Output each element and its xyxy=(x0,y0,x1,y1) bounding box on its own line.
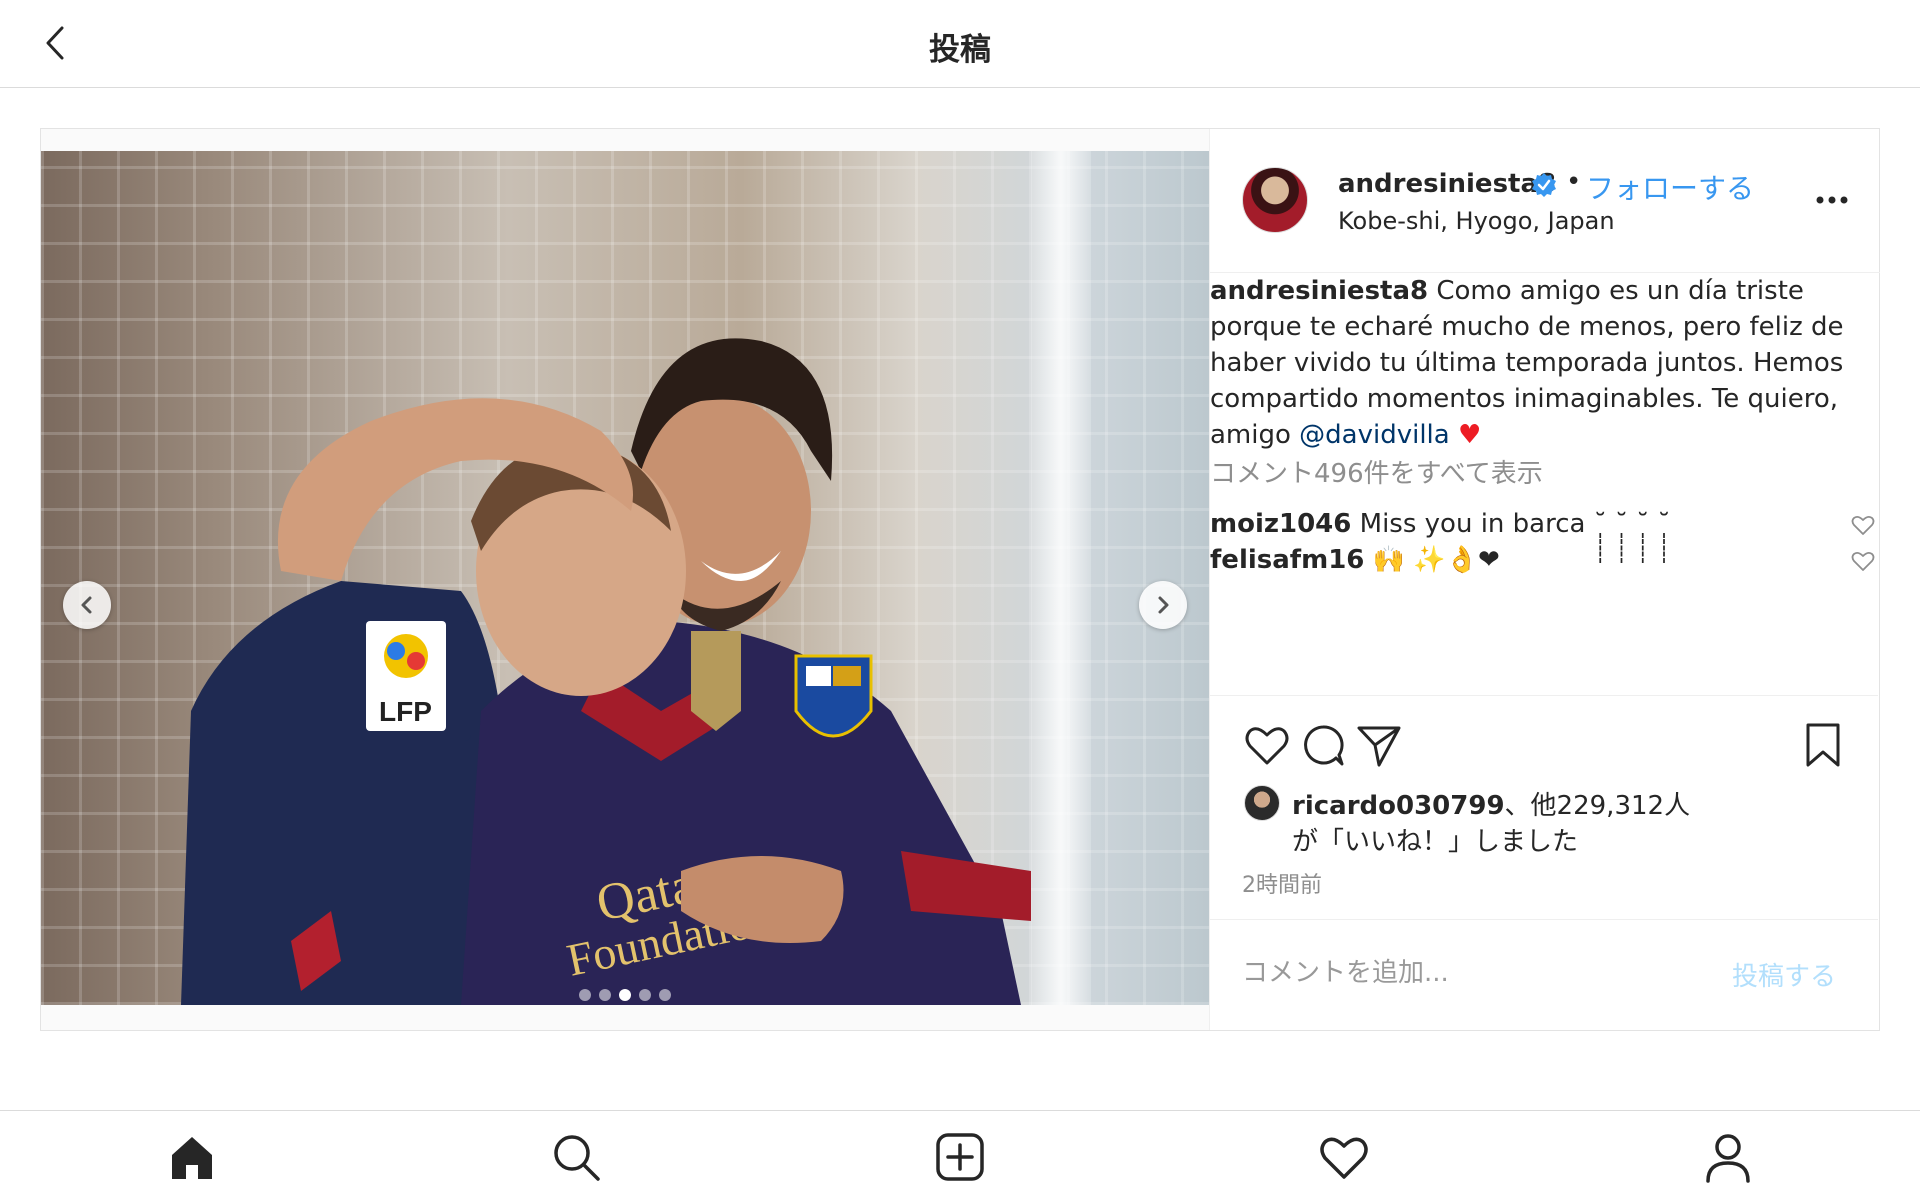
post-caption: andresiniesta8 Como amigo es un día tris… xyxy=(1210,273,1878,453)
comment-username[interactable]: moiz1046 xyxy=(1210,509,1351,539)
svg-text:LFP: LFP xyxy=(379,696,432,727)
likes-summary-suffix: が「いいね！」しました xyxy=(1292,827,1579,857)
chevron-left-icon xyxy=(81,596,92,614)
profile-icon[interactable] xyxy=(1700,1129,1756,1185)
search-icon[interactable] xyxy=(548,1129,604,1185)
comment-username[interactable]: felisafm16 xyxy=(1210,545,1364,575)
carousel-indicator xyxy=(41,989,1209,1001)
like-icon[interactable] xyxy=(1242,720,1292,770)
likes-count[interactable]: 、他229,312人 xyxy=(1505,791,1691,821)
post-photo[interactable]: Qatar Foundation LFP xyxy=(41,151,1209,1005)
comment-text: 🙌 ✨👌❤ xyxy=(1364,545,1500,575)
header-separator: • xyxy=(1566,167,1582,197)
page-title: 投稿 xyxy=(929,32,991,68)
likes-summary: ricardo030799、他229,312人 xyxy=(1292,785,1690,822)
author-avatar[interactable] xyxy=(1242,167,1308,233)
comment-like-icon[interactable] xyxy=(1850,549,1876,573)
post-card: Qatar Foundation LFP andresiniesta8 • フォ… xyxy=(40,128,1880,1031)
carousel-dot xyxy=(639,989,651,1001)
comment-item: moiz1046 Miss you in barca ˘̩̩̩̩̩ ˘̩̩̩̩̩… xyxy=(1210,509,1878,545)
carousel-dot xyxy=(579,989,591,1001)
post-details-panel: andresiniesta8 • フォローする Kobe-shi, Hyogo,… xyxy=(1209,129,1880,1030)
post-timestamp[interactable]: 2時間前 xyxy=(1242,867,1322,899)
comment-input[interactable] xyxy=(1242,948,1722,998)
photo-players-illustration: Qatar Foundation LFP xyxy=(181,338,1031,1005)
caption-username[interactable]: andresiniesta8 xyxy=(1210,276,1428,306)
more-options-icon xyxy=(1816,196,1848,204)
comment-item: felisafm16 🙌 ✨👌❤ xyxy=(1210,545,1878,581)
post-comment-button[interactable]: 投稿する xyxy=(1732,956,1836,993)
bottom-navigation xyxy=(0,1110,1920,1200)
comment-text: Miss you in barca ˘̩̩̩̩̩ ˘̩̩̩̩̩ ˘̩̩̩̩̩ ˘… xyxy=(1351,509,1671,539)
chevron-right-icon xyxy=(1158,596,1169,614)
post-actions-bar xyxy=(1210,695,1878,779)
verified-badge-icon xyxy=(1532,173,1556,197)
carousel-prev-button[interactable] xyxy=(63,581,111,629)
share-icon[interactable] xyxy=(1354,720,1404,770)
liker-username[interactable]: ricardo030799 xyxy=(1292,791,1505,821)
bookmark-icon[interactable] xyxy=(1798,720,1848,770)
new-post-icon[interactable] xyxy=(932,1129,988,1185)
liker-avatar[interactable] xyxy=(1244,785,1280,821)
carousel-next-button[interactable] xyxy=(1139,581,1187,629)
caption-heart-emoji: ♥ xyxy=(1449,420,1482,450)
post-location[interactable]: Kobe-shi, Hyogo, Japan xyxy=(1338,207,1615,235)
view-all-comments-link[interactable]: コメント496件をすべて表示 xyxy=(1210,453,1543,490)
add-comment-bar: 投稿する xyxy=(1210,919,1878,1030)
carousel-dot xyxy=(599,989,611,1001)
more-options-button[interactable] xyxy=(1810,185,1854,215)
caption-mention[interactable]: @davidvilla xyxy=(1299,420,1450,450)
post-media: Qatar Foundation LFP xyxy=(41,129,1209,1030)
author-username[interactable]: andresiniesta8 xyxy=(1338,169,1556,199)
activity-heart-icon[interactable] xyxy=(1316,1129,1372,1185)
post-header: andresiniesta8 • フォローする Kobe-shi, Hyogo,… xyxy=(1210,129,1880,273)
comment-icon[interactable] xyxy=(1298,720,1348,770)
comment-like-icon[interactable] xyxy=(1850,513,1876,537)
carousel-dot-active xyxy=(619,989,631,1001)
top-bar: 投稿 xyxy=(0,0,1920,88)
follow-button[interactable]: フォローする xyxy=(1586,167,1754,207)
carousel-dot xyxy=(659,989,671,1001)
home-icon[interactable] xyxy=(164,1129,220,1185)
